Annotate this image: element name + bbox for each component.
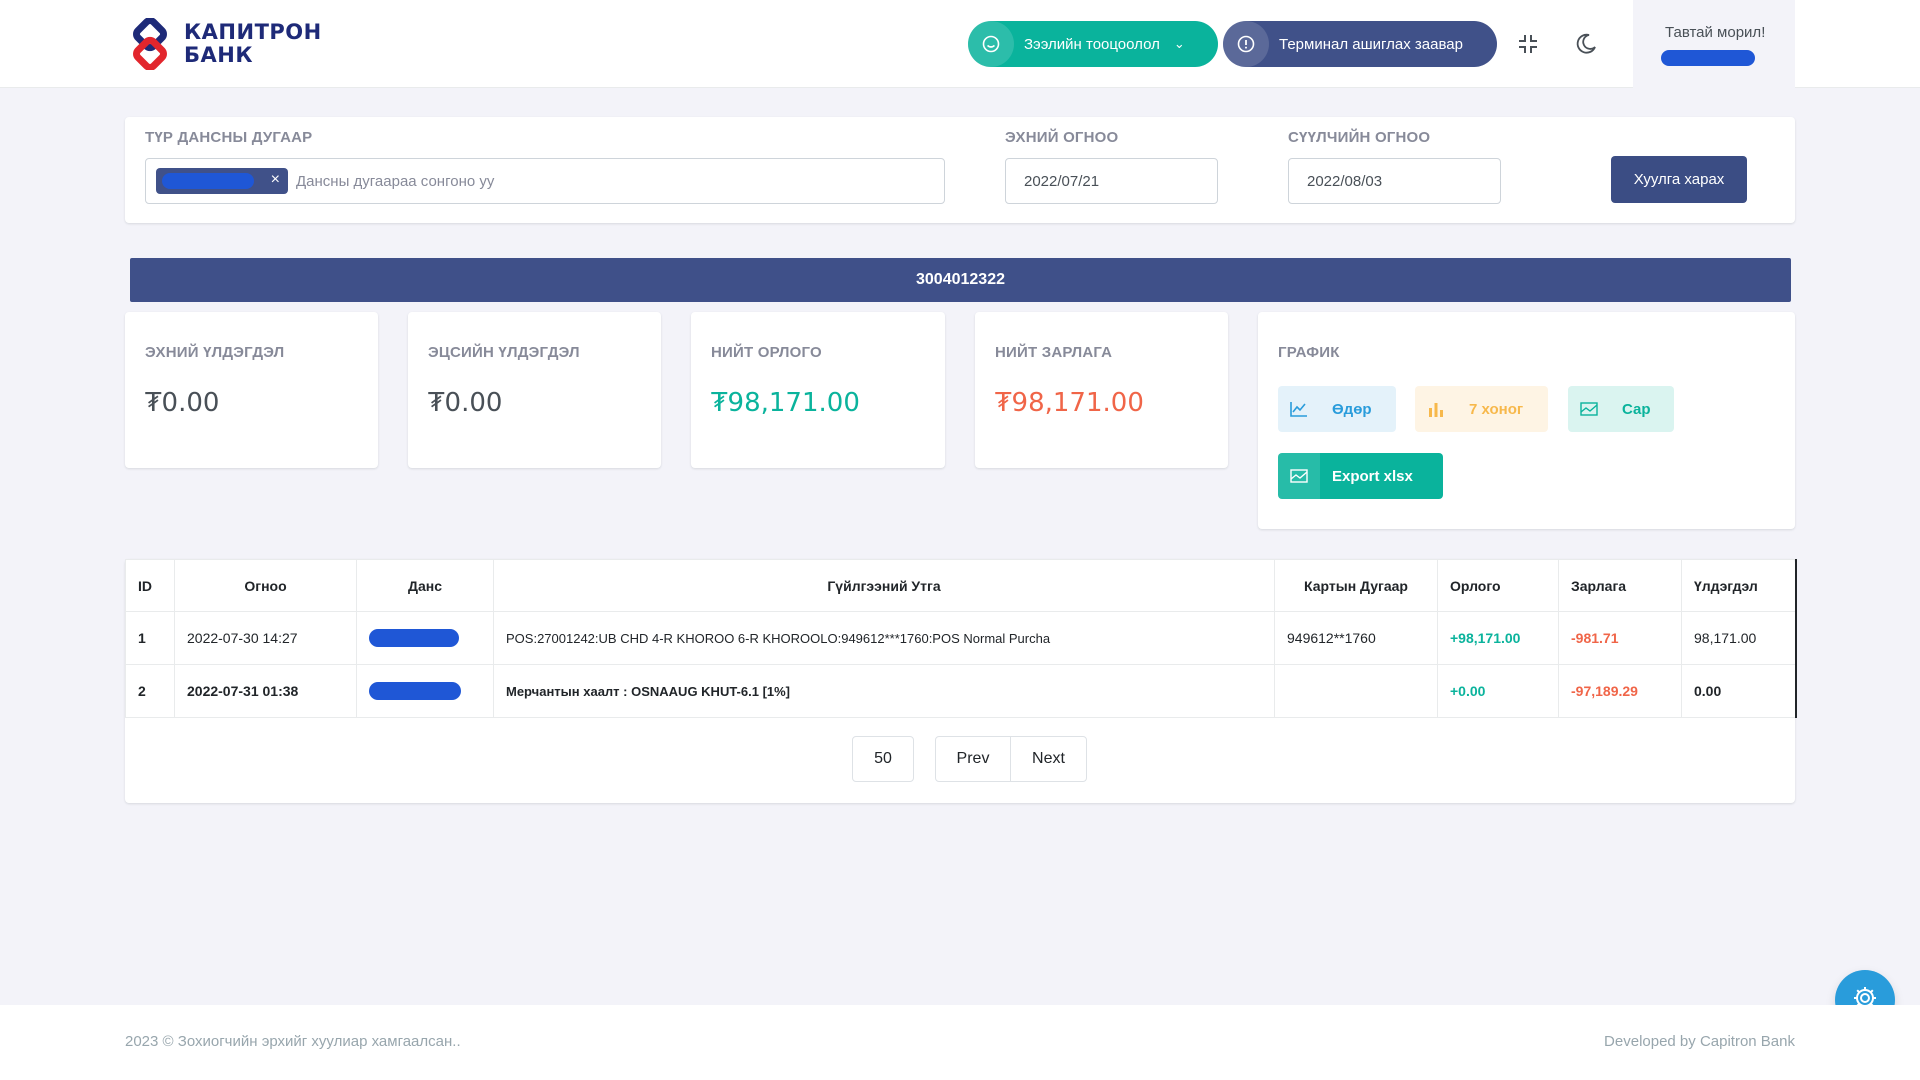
chevron-down-icon: ⌄ bbox=[1173, 36, 1185, 51]
closing-balance-card: ЭЦСИЙН ҮЛДЭГДЭЛ ₮0.00 bbox=[408, 312, 661, 468]
total-expense-label: НИЙТ ЗАРЛАГА bbox=[995, 344, 1113, 361]
redacted-row-account bbox=[369, 629, 459, 647]
bank-logo[interactable]: КАПИТРОН БАНК bbox=[124, 17, 322, 71]
table-row[interactable]: 2 2022-07-31 01:38 Мерчантын хаалт : OSN… bbox=[125, 664, 1797, 718]
end-date-label: СҮҮЛЧИЙН ОГНОО bbox=[1288, 129, 1431, 146]
loan-calculator-button[interactable]: Зээлийн тооцоолол ⌄ bbox=[968, 21, 1218, 67]
row-id: 1 bbox=[125, 611, 175, 665]
footer-copyright: 2023 © Зохиогчийн эрхийг хуулиар хамгаал… bbox=[125, 1033, 461, 1050]
export-xlsx-button[interactable]: Export xlsx bbox=[1278, 453, 1443, 499]
top-bar: КАПИТРОН БАНК Зээлийн тооцоолол ⌄ Термин… bbox=[0, 0, 1920, 88]
row-account bbox=[356, 664, 494, 718]
start-date-label: ЭХНИЙ ОГНОО bbox=[1005, 129, 1119, 146]
account-number-bar: 3004012322 bbox=[130, 258, 1791, 302]
prev-page-button[interactable]: Prev bbox=[935, 736, 1011, 782]
total-income-card: НИЙТ ОРЛОГО ₮98,171.00 bbox=[691, 312, 945, 468]
row-expense: -97,189.29 bbox=[1558, 664, 1682, 718]
export-icon bbox=[1278, 453, 1320, 499]
dark-mode-moon-icon[interactable] bbox=[1570, 28, 1602, 60]
footer-developer: Developed by Capitron Bank bbox=[1604, 1033, 1795, 1050]
logo-line-1: КАПИТРОН bbox=[184, 20, 322, 44]
total-income-label: НИЙТ ОРЛОГО bbox=[711, 344, 822, 361]
bar-chart-icon bbox=[1415, 400, 1457, 418]
redacted-account-number bbox=[162, 173, 254, 189]
redacted-row-account bbox=[369, 682, 461, 700]
graph-title: ГРАФИК bbox=[1278, 344, 1340, 361]
row-balance: 0.00 bbox=[1681, 664, 1797, 718]
opening-balance-value: ₮0.00 bbox=[145, 388, 220, 418]
welcome-text: Тавтай морил! bbox=[1665, 24, 1766, 41]
row-date: 2022-07-30 14:27 bbox=[174, 611, 357, 665]
col-id: ID bbox=[125, 559, 175, 612]
row-card-number bbox=[1274, 664, 1438, 718]
account-select[interactable]: × Дансны дугаараа сонгоно уу bbox=[145, 158, 945, 204]
table-row[interactable]: 1 2022-07-30 14:27 POS:27001242:UB CHD 4… bbox=[125, 611, 1797, 665]
view-statement-button[interactable]: Хуулга харах bbox=[1611, 156, 1747, 203]
next-page-button[interactable]: Next bbox=[1010, 736, 1087, 782]
transactions-table: ID Огноо Данс Гүйлгээний Утга Картын Дуг… bbox=[125, 559, 1797, 718]
col-description: Гүйлгээний Утга bbox=[493, 559, 1275, 612]
user-menu[interactable]: Тавтай морил! bbox=[1633, 0, 1795, 88]
start-date-input[interactable]: 2022/07/21 bbox=[1005, 158, 1218, 204]
row-account bbox=[356, 611, 494, 665]
graph-week-label: 7 хоног bbox=[1469, 400, 1524, 418]
closing-balance-value: ₮0.00 bbox=[428, 388, 503, 418]
filter-card: ТҮР ДАНСНЫ ДУГААР × Дансны дугаараа сонг… bbox=[125, 117, 1795, 223]
row-income: +98,171.00 bbox=[1437, 611, 1559, 665]
selected-account-tag: × bbox=[156, 168, 288, 194]
info-icon bbox=[1223, 21, 1269, 67]
opening-balance-label: ЭХНИЙ ҮЛДЭГДЭЛ bbox=[145, 344, 285, 361]
row-expense: -981.71 bbox=[1558, 611, 1682, 665]
table-header-row: ID Огноо Данс Гүйлгээний Утга Картын Дуг… bbox=[125, 559, 1797, 612]
row-description: POS:27001242:UB CHD 4-R KHOROO 6-R KHORO… bbox=[493, 611, 1275, 665]
closing-balance-label: ЭЦСИЙН ҮЛДЭГДЭЛ bbox=[428, 344, 580, 361]
area-chart-icon bbox=[1568, 401, 1610, 417]
account-placeholder: Дансны дугаараа сонгоно уу bbox=[296, 172, 495, 190]
line-chart-icon bbox=[1278, 401, 1320, 417]
graph-card: ГРАФИК Өдөр 7 хоног Сар Export xlsx bbox=[1258, 312, 1795, 529]
loan-calculator-label: Зээлийн тооцоолол bbox=[1024, 35, 1160, 53]
graph-week-button[interactable]: 7 хоног bbox=[1415, 386, 1548, 432]
terminal-guide-button[interactable]: Терминал ашиглах заавар bbox=[1223, 21, 1497, 67]
row-id: 2 bbox=[125, 664, 175, 718]
row-description: Мерчантын хаалт : OSNAAUG KHUT-6.1 [1%] bbox=[493, 664, 1275, 718]
col-date: Огноо bbox=[174, 559, 357, 612]
redacted-username bbox=[1661, 50, 1755, 66]
logo-line-2: БАНК bbox=[184, 43, 253, 67]
logo-mark-icon bbox=[124, 17, 176, 71]
col-balance: Үлдэгдэл bbox=[1681, 559, 1797, 612]
remove-tag-icon[interactable]: × bbox=[271, 171, 280, 189]
row-balance: 98,171.00 bbox=[1681, 611, 1797, 665]
account-label: ТҮР ДАНСНЫ ДУГААР bbox=[145, 129, 313, 146]
row-card-number: 949612**1760 bbox=[1274, 611, 1438, 665]
total-expense-value: ₮98,171.00 bbox=[995, 388, 1144, 418]
opening-balance-card: ЭХНИЙ ҮЛДЭГДЭЛ ₮0.00 bbox=[125, 312, 378, 468]
footer: 2023 © Зохиогчийн эрхийг хуулиар хамгаал… bbox=[0, 1005, 1920, 1080]
exit-fullscreen-icon[interactable] bbox=[1512, 28, 1544, 60]
terminal-guide-label: Терминал ашиглах заавар bbox=[1279, 35, 1463, 53]
graph-day-button[interactable]: Өдөр bbox=[1278, 386, 1396, 432]
export-xlsx-label: Export xlsx bbox=[1332, 467, 1413, 485]
total-income-value: ₮98,171.00 bbox=[711, 388, 860, 418]
graph-month-button[interactable]: Сар bbox=[1568, 386, 1674, 432]
page-size-select[interactable]: 50 bbox=[852, 736, 914, 782]
end-date-input[interactable]: 2022/08/03 bbox=[1288, 158, 1501, 204]
graph-day-label: Өдөр bbox=[1332, 400, 1372, 418]
col-card-number: Картын Дугаар bbox=[1274, 559, 1438, 612]
graph-month-label: Сар bbox=[1622, 400, 1651, 418]
col-account: Данс bbox=[356, 559, 494, 612]
row-income: +0.00 bbox=[1437, 664, 1559, 718]
col-income: Орлого bbox=[1437, 559, 1559, 612]
total-expense-card: НИЙТ ЗАРЛАГА ₮98,171.00 bbox=[975, 312, 1228, 468]
row-date: 2022-07-31 01:38 bbox=[174, 664, 357, 718]
col-expense: Зарлага bbox=[1558, 559, 1682, 612]
smile-icon bbox=[968, 21, 1014, 67]
